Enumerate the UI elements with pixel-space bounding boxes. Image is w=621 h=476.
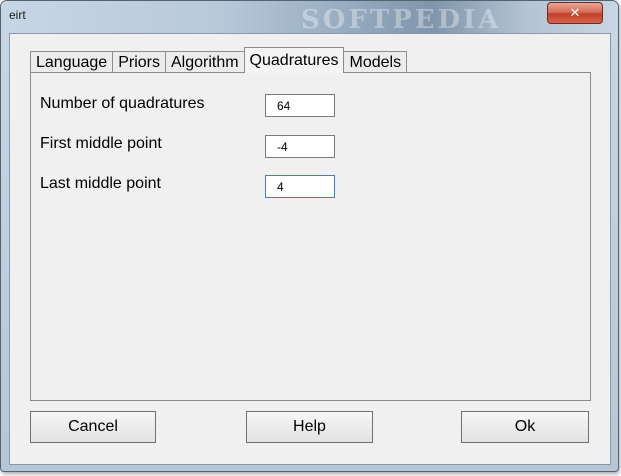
- window-title: eirt: [9, 8, 26, 22]
- close-button[interactable]: ✕: [547, 2, 603, 24]
- ok-button[interactable]: Ok: [461, 411, 589, 443]
- first-middle-point-input[interactable]: [265, 135, 335, 158]
- tab-models[interactable]: Models: [343, 51, 408, 73]
- tab-algorithm[interactable]: Algorithm: [164, 51, 245, 73]
- tab-language[interactable]: Language: [30, 51, 114, 73]
- dialog-client-area: Language Priors Algorithm Quadratures Mo…: [9, 33, 611, 465]
- title-bar[interactable]: SOFTPEDIA eirt ✕: [1, 1, 618, 35]
- cancel-button[interactable]: Cancel: [30, 411, 156, 443]
- dialog-window: SOFTPEDIA eirt ✕ Language Priors Algorit…: [0, 0, 619, 472]
- num-quadratures-input[interactable]: [265, 94, 335, 117]
- quadratures-panel: Number of quadratures First middle point…: [30, 72, 591, 401]
- tab-priors[interactable]: Priors: [112, 51, 166, 73]
- first-middle-point-label: First middle point: [40, 135, 162, 152]
- tab-strip: Language Priors Algorithm Quadratures Mo…: [30, 47, 408, 73]
- last-middle-point-input[interactable]: [265, 175, 335, 198]
- num-quadratures-label: Number of quadratures: [40, 95, 205, 112]
- tab-quadratures[interactable]: Quadratures: [243, 47, 345, 73]
- help-button[interactable]: Help: [246, 411, 373, 443]
- watermark-logo: SOFTPEDIA: [301, 5, 502, 35]
- last-middle-point-label: Last middle point: [40, 175, 161, 192]
- close-icon: ✕: [569, 5, 581, 21]
